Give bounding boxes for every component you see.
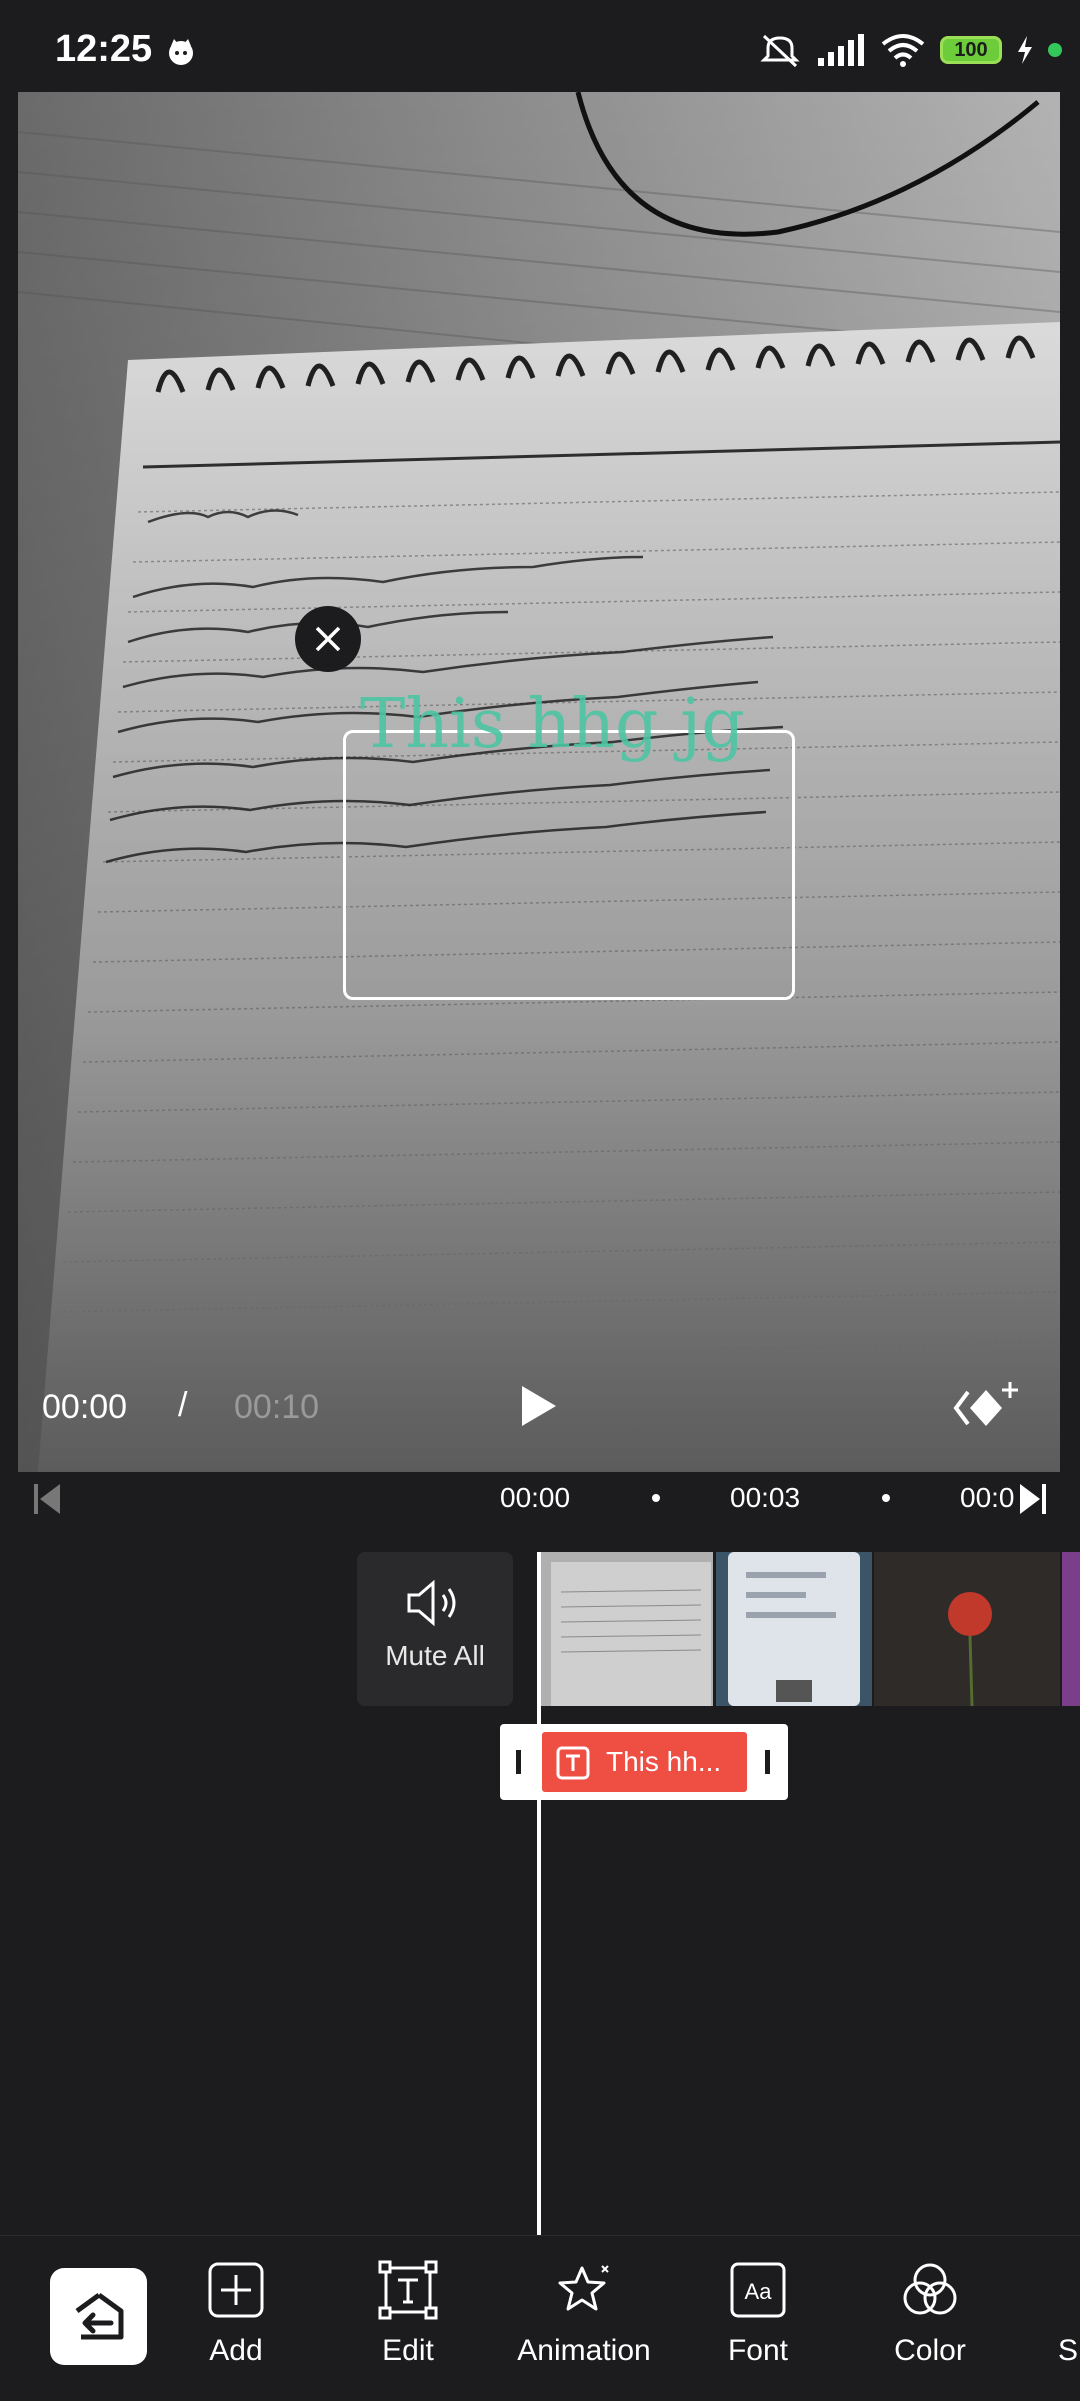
close-icon [315,626,341,652]
ruler-dot [882,1494,890,1502]
video-preview[interactable] [18,92,1060,1472]
ruler-tick-0: 00:00 [500,1482,571,1513]
status-time: 12:25 [55,28,153,70]
edit-text-icon [378,2260,438,2320]
thumbnail-notebook-image [541,1552,713,1706]
thumbnail-phone-image [716,1552,872,1706]
status-icons: 100 [758,30,1062,70]
notification-app-icon [169,39,193,65]
text-overlay[interactable]: This hhg jg [360,685,745,764]
thumbnail-flower-image [874,1552,1060,1706]
mute-notification-icon [760,34,800,68]
back-button[interactable] [50,2268,147,2365]
mute-all-label: Mute All [385,1640,485,1671]
signal-icon [818,34,864,66]
playhead[interactable] [537,1552,541,2235]
tool-add[interactable]: Add [156,2258,316,2368]
svg-text:Aa: Aa [745,2279,773,2304]
tool-edit-label: Edit [382,2334,434,2367]
tool-edit[interactable]: Edit [328,2258,488,2368]
text-selection-box[interactable] [343,730,795,1000]
back-icon [75,2292,123,2339]
privacy-indicator-icon [1048,43,1062,57]
animation-icon [558,2265,609,2311]
remove-text-button[interactable] [295,606,361,672]
text-clip-label: This hh... [606,1746,722,1777]
tool-font[interactable]: Aa Font [678,2258,838,2368]
play-button[interactable] [518,1384,558,1428]
video-thumbnail[interactable] [874,1552,1060,1706]
tool-animation[interactable]: Animation [504,2258,664,2368]
video-thumbnail[interactable] [716,1552,872,1706]
tool-add-label: Add [209,2334,263,2367]
skip-to-start-icon[interactable] [32,1482,62,1516]
battery-icon: 100 [940,36,1002,64]
skip-to-end-icon[interactable] [1018,1482,1048,1516]
tool-font-label: Font [727,2334,789,2367]
charging-icon [1018,36,1032,64]
video-thumbnail[interactable] [1062,1552,1080,1706]
tool-more-label: S [1058,2334,1079,2367]
tool-color-label: Color [894,2334,966,2367]
color-icon [903,2263,957,2315]
ruler-dot [652,1494,660,1502]
font-icon: Aa [730,2262,786,2318]
mute-all-button[interactable] [357,1552,513,1706]
tool-color[interactable]: Color [850,2258,1010,2368]
tool-animation-label: Animation [517,2334,651,2367]
wifi-icon [881,34,925,67]
add-icon [208,2262,264,2318]
total-duration: 00:10 [234,1388,320,1426]
time-separator: / [178,1386,188,1424]
tool-more[interactable]: S [1058,2258,1080,2368]
ruler-tick-1: 00:03 [730,1482,801,1513]
clip-right-handle[interactable] [765,1750,770,1774]
clip-left-handle[interactable] [516,1750,521,1774]
text-clip-icon [556,1746,590,1780]
speaker-icon [407,1579,456,1627]
ruler-tick-2: 00:0 [960,1482,1015,1513]
video-thumbnail[interactable] [541,1552,713,1706]
current-time: 00:00 [42,1388,128,1426]
keyframe-add-icon[interactable] [948,1378,1024,1438]
